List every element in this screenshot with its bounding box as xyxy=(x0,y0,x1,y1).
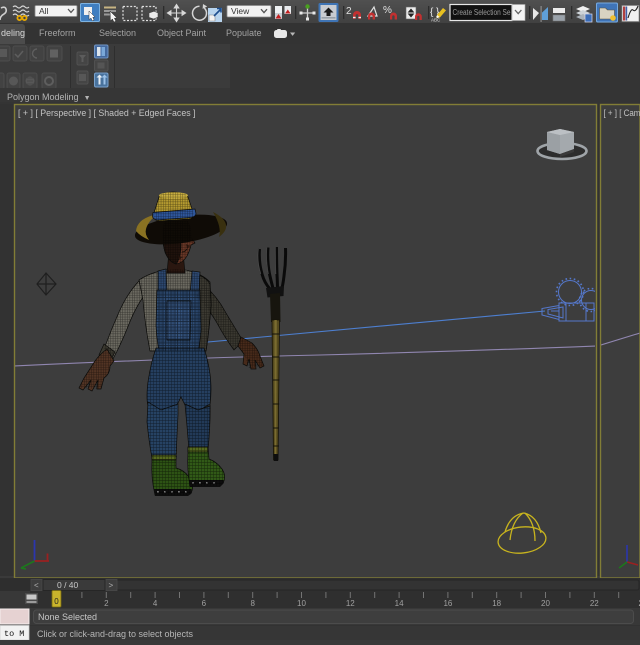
svg-text:8: 8 xyxy=(250,599,255,608)
svg-text:0 / 40: 0 / 40 xyxy=(57,580,79,590)
svg-text:[ + ] [ Perspective ] [ Shaded: [ + ] [ Perspective ] [ Shaded + Edged F… xyxy=(18,108,196,118)
svg-text:None Selected: None Selected xyxy=(38,612,97,622)
svg-text:22: 22 xyxy=(590,599,599,608)
svg-text:20: 20 xyxy=(541,599,550,608)
svg-text:18: 18 xyxy=(492,599,501,608)
svg-text:>: > xyxy=(109,581,114,590)
svg-text:6: 6 xyxy=(202,599,207,608)
svg-text:10: 10 xyxy=(297,599,306,608)
svg-text:to M: to M xyxy=(4,629,24,639)
svg-text:12: 12 xyxy=(346,599,355,608)
svg-text:16: 16 xyxy=(443,599,452,608)
svg-text:0: 0 xyxy=(54,597,59,606)
svg-text:Click or click-and-drag to sel: Click or click-and-drag to select object… xyxy=(37,629,194,639)
svg-text:<: < xyxy=(34,581,39,590)
svg-text:[ + ] [ Camer: [ + ] [ Camer xyxy=(604,108,640,118)
svg-text:4: 4 xyxy=(153,599,158,608)
svg-text:14: 14 xyxy=(395,599,404,608)
svg-text:2: 2 xyxy=(104,599,109,608)
